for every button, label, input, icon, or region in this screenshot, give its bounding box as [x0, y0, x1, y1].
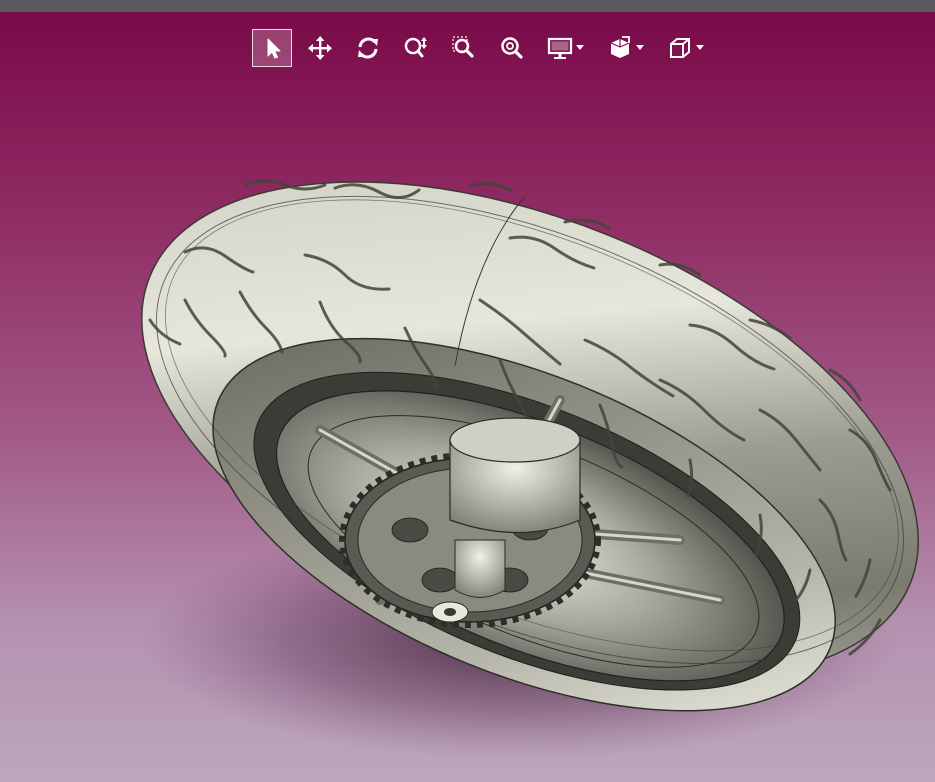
chevron-down-icon — [636, 45, 644, 50]
standard-views-dropdown[interactable] — [696, 29, 704, 67]
chevron-down-icon — [576, 45, 584, 50]
3d-viewport[interactable] — [0, 12, 935, 782]
move-arrows-icon — [308, 36, 332, 60]
view-orient-icon — [610, 36, 630, 58]
tire-model[interactable] — [0, 12, 935, 782]
display-mode-button[interactable] — [540, 29, 580, 67]
zoom-fit-icon — [501, 37, 523, 59]
view-orientation-button[interactable] — [600, 29, 640, 67]
zoom-dynamic-icon — [404, 37, 427, 58]
select-button[interactable] — [252, 29, 292, 67]
cursor-arrow-icon — [267, 38, 281, 59]
window-title-strip — [0, 0, 935, 12]
monitor-icon — [547, 37, 573, 59]
rotate-icon — [358, 37, 378, 59]
view-orientation-dropdown[interactable] — [636, 29, 644, 67]
zoom-dynamic-button[interactable] — [396, 29, 436, 67]
zoom-fit-button[interactable] — [492, 29, 532, 67]
standard-views-button[interactable] — [660, 29, 700, 67]
zoom-area-icon — [452, 36, 474, 58]
cube-icon — [670, 38, 690, 58]
pan-button[interactable] — [300, 29, 340, 67]
rotate-button[interactable] — [348, 29, 388, 67]
chevron-down-icon — [696, 45, 704, 50]
view-toolbar — [252, 28, 720, 68]
zoom-area-button[interactable] — [444, 29, 484, 67]
display-mode-dropdown[interactable] — [576, 29, 584, 67]
